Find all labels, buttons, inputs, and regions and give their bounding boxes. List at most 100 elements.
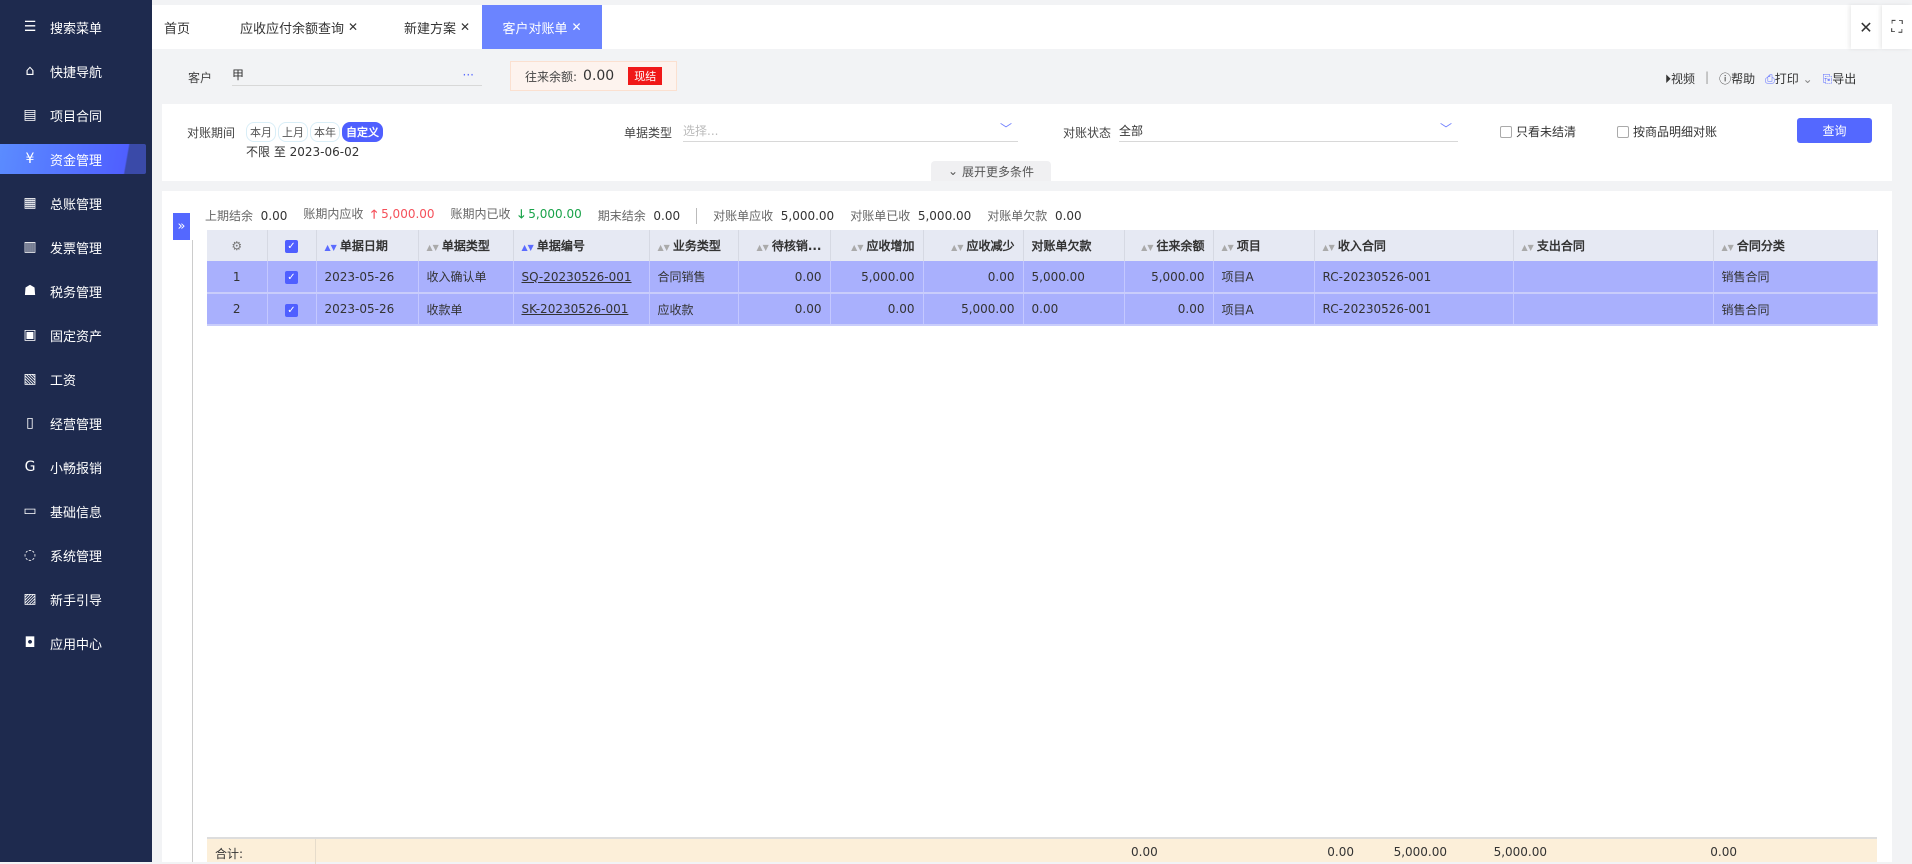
select-all-checkbox[interactable]: ✓ — [285, 240, 298, 253]
table-row[interactable]: 2 ✓ 2023-05-26 收款单 SK-20230526-001 应收款 0.00 0.0… — [207, 293, 1878, 326]
status-select[interactable]: 全部 ﹀ — [1119, 120, 1458, 142]
column-header[interactable]: ⚙ — [207, 230, 268, 261]
column-header[interactable]: ▲▼ 业务类型 — [649, 230, 739, 261]
column-header[interactable]: ▲▼ 收入合同 — [1314, 230, 1514, 261]
by-goods-checkbox[interactable]: 按商品明细对账 — [1617, 123, 1717, 140]
column-header[interactable]: ✓ — [267, 230, 317, 261]
only-unsettled-checkbox[interactable]: 只看未结清 — [1500, 123, 1576, 140]
period-this-month[interactable]: 本月 — [246, 122, 276, 142]
sidebar-item[interactable]: ¥ 资金管理 — [0, 144, 146, 174]
checkbox-box[interactable] — [1500, 125, 1512, 138]
sidebar-item[interactable]: ▧ 工资 — [0, 364, 146, 394]
expand-side-button[interactable]: » — [173, 213, 190, 240]
sidebar-item[interactable]: ▥ 发票管理 — [0, 232, 146, 262]
export-button[interactable]: ⎘导出 — [1823, 70, 1857, 87]
table-cell: 0.00 — [923, 261, 1024, 294]
column-header[interactable]: ▲▼ 支出合同 — [1513, 230, 1714, 261]
period-range[interactable]: 不限 至 2023-06-02 — [246, 143, 359, 160]
tab-home[interactable]: 首页 — [152, 5, 202, 49]
more-button[interactable]: ··· — [463, 68, 474, 82]
summary-item: 对账单已收 5,000.00 — [850, 207, 971, 224]
help-button[interactable]: ⓘ帮助 — [1719, 70, 1755, 87]
close-icon[interactable]: ✕ — [571, 20, 581, 34]
cell-text: 销售合同 — [1721, 302, 1770, 317]
settings-icon[interactable]: ⚙ — [231, 239, 242, 253]
sort-icon[interactable]: ▲▼ — [1141, 243, 1153, 252]
sort-icon[interactable]: ▲▼ — [757, 243, 769, 252]
print-button[interactable]: ⎙打印 ⌄ — [1765, 70, 1813, 87]
sidebar-item[interactable]: ☗ 税务管理 — [0, 276, 146, 306]
sidebar-item[interactable]: ▨ 新手引导 — [0, 584, 146, 614]
sidebar-item[interactable]: ▦ 总账管理 — [0, 188, 146, 218]
sidebar-item[interactable]: ▤ 项目合同 — [0, 100, 146, 130]
sidebar: ☰ 搜索菜单 ⌂ 快捷导航 ▤ 项目合同 ¥ 资金管理 ▦ 总账管理 ▥ 发票管理 ☗ 税务管理 ▣ 固定资产… — [0, 0, 152, 862]
sidebar-item[interactable]: ⌂ 快捷导航 — [0, 56, 146, 86]
column-header[interactable]: ▲▼ 单据类型 — [418, 230, 514, 261]
query-button[interactable]: 查询 — [1797, 118, 1872, 143]
sidebar-item[interactable]: ◘ 应用中心 — [0, 628, 146, 658]
video-button[interactable]: ⏵视频 — [1665, 70, 1695, 87]
expand-more-button[interactable]: ⌄ 展开更多条件 — [931, 161, 1051, 181]
period-last-month[interactable]: 上月 — [278, 122, 308, 142]
row-checkbox[interactable]: ✓ — [285, 271, 298, 284]
sort-icon[interactable]: ▲▼ — [851, 243, 863, 252]
period-this-year[interactable]: 本年 — [310, 122, 340, 142]
sidebar-item[interactable]: ▣ 固定资产 — [0, 320, 146, 350]
column-header[interactable]: ▲▼ 合同分类 — [1713, 230, 1878, 261]
tab-balance-query[interactable]: 应收应付余额查询 ✕ — [234, 5, 364, 49]
sidebar-item[interactable]: ▭ 基础信息 — [0, 496, 146, 526]
sort-icon[interactable]: ▲▼ — [1722, 243, 1734, 252]
sort-icon[interactable]: ▲▼ — [1222, 243, 1234, 252]
cell-text: 收入确认单 — [426, 270, 487, 284]
doc-type-select[interactable]: 选择... ﹀ — [683, 120, 1018, 142]
column-header[interactable]: ▲▼ 项目 — [1213, 230, 1315, 261]
close-icon[interactable]: ✕ — [460, 20, 470, 34]
column-header[interactable]: ▲▼ 往来余额 — [1124, 230, 1214, 261]
sidebar-item[interactable]: ☰ 搜索菜单 — [0, 12, 146, 42]
sort-icon[interactable]: ▲▼ — [325, 243, 337, 252]
sort-icon[interactable]: ▲▼ — [427, 243, 439, 252]
printer-icon: ⎙ — [1765, 72, 1775, 86]
doc-number-link[interactable]: SK-20230526-001 — [522, 302, 629, 316]
cell-text: 0.00 — [887, 302, 915, 316]
column-header[interactable]: ▲▼ 单据编号 — [513, 230, 650, 261]
column-header[interactable]: ▲▼ 待核销... — [738, 230, 831, 261]
sort-icon[interactable]: ▲▼ — [1522, 243, 1534, 252]
sidebar-item[interactable]: G 小畅报销 — [0, 452, 146, 482]
sidebar-item-label: 搜索菜单 — [50, 21, 103, 37]
chevron-down-icon: ﹀ — [999, 122, 1012, 136]
fullscreen-icon[interactable]: ⛶ — [1882, 5, 1912, 49]
summary-item: 对账单欠款 0.00 — [987, 207, 1081, 224]
summary-label: 对账单欠款 — [987, 209, 1048, 223]
column-header[interactable]: ▲▼ 应收减少 — [923, 230, 1024, 261]
column-header[interactable]: ▲▼ 单据日期 — [316, 230, 419, 261]
cell-text: 0.00 — [1177, 302, 1205, 316]
table-row[interactable]: 1 ✓ 2023-05-26 收入确认单 SQ-20230526-001 合同销售 0.00… — [207, 261, 1878, 294]
sort-icon[interactable]: ▲▼ — [658, 243, 670, 252]
sidebar-item[interactable]: ▯ 经营管理 — [0, 408, 146, 438]
row-checkbox[interactable]: ✓ — [285, 303, 298, 317]
summary-item: 账期内已收 🡓 5,000.00 — [451, 205, 582, 226]
app-center-icon: ◘ — [24, 635, 36, 651]
footer-label: 合计: — [215, 847, 244, 861]
period-custom[interactable]: 自定义 — [342, 122, 383, 142]
tab-new-plan[interactable]: 新建方案 ✕ — [397, 5, 477, 49]
sidebar-item-label: 发票管理 — [50, 241, 103, 257]
tab-customer-statement[interactable]: 客户对账单 ✕ — [482, 5, 602, 49]
table-cell: ✓ — [267, 293, 317, 326]
checkbox-box[interactable] — [1617, 125, 1629, 138]
summary-label: 对账单应收 — [713, 209, 774, 223]
sort-icon[interactable]: ▲▼ — [951, 243, 963, 252]
column-label: 收入合同 — [1337, 239, 1386, 253]
doc-number-link[interactable]: SQ-20230526-001 — [522, 270, 632, 284]
cell-text: 项目A — [1221, 270, 1254, 284]
close-icon[interactable]: ✕ — [348, 20, 358, 34]
sort-icon[interactable]: ▲▼ — [1323, 243, 1335, 252]
sidebar-item[interactable]: ◌ 系统管理 — [0, 540, 146, 570]
sort-icon[interactable]: ▲▼ — [522, 243, 534, 252]
column-header[interactable]: 对账单欠款 — [1023, 230, 1125, 261]
contract-icon: ▤ — [23, 107, 37, 123]
column-header[interactable]: ▲▼ 应收增加 — [830, 230, 924, 261]
close-all-icon[interactable]: ✕ — [1851, 5, 1881, 49]
customer-input[interactable]: 甲 ··· — [232, 64, 482, 86]
